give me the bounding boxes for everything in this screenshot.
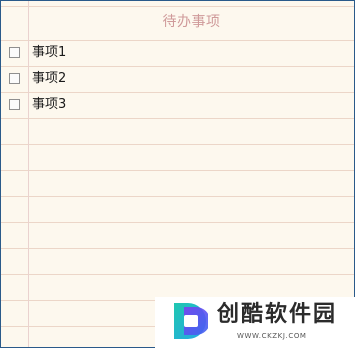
todo-checkbox[interactable] bbox=[9, 73, 20, 84]
page-title: 待办事项 bbox=[162, 14, 221, 30]
list-item[interactable]: 事项2 bbox=[1, 67, 354, 93]
list-item[interactable]: 事项1 bbox=[1, 41, 354, 67]
todo-checkbox[interactable] bbox=[9, 47, 20, 58]
watermark: 创酷软件园 WWW.CKZKJ.COM bbox=[155, 297, 355, 348]
todo-window: 待办事项 事项1 事项2 事项3 bbox=[0, 0, 355, 348]
ckzkj-logo-icon bbox=[174, 303, 208, 339]
watermark-title: 创酷软件园 bbox=[217, 302, 338, 327]
todo-checkbox[interactable] bbox=[9, 99, 20, 110]
todo-label[interactable]: 事项1 bbox=[32, 41, 66, 65]
watermark-url: WWW.CKZKJ.COM bbox=[237, 332, 307, 340]
todo-label[interactable]: 事项2 bbox=[32, 67, 66, 91]
list-item[interactable]: 事项3 bbox=[1, 93, 354, 119]
todo-label[interactable]: 事项3 bbox=[32, 93, 66, 117]
